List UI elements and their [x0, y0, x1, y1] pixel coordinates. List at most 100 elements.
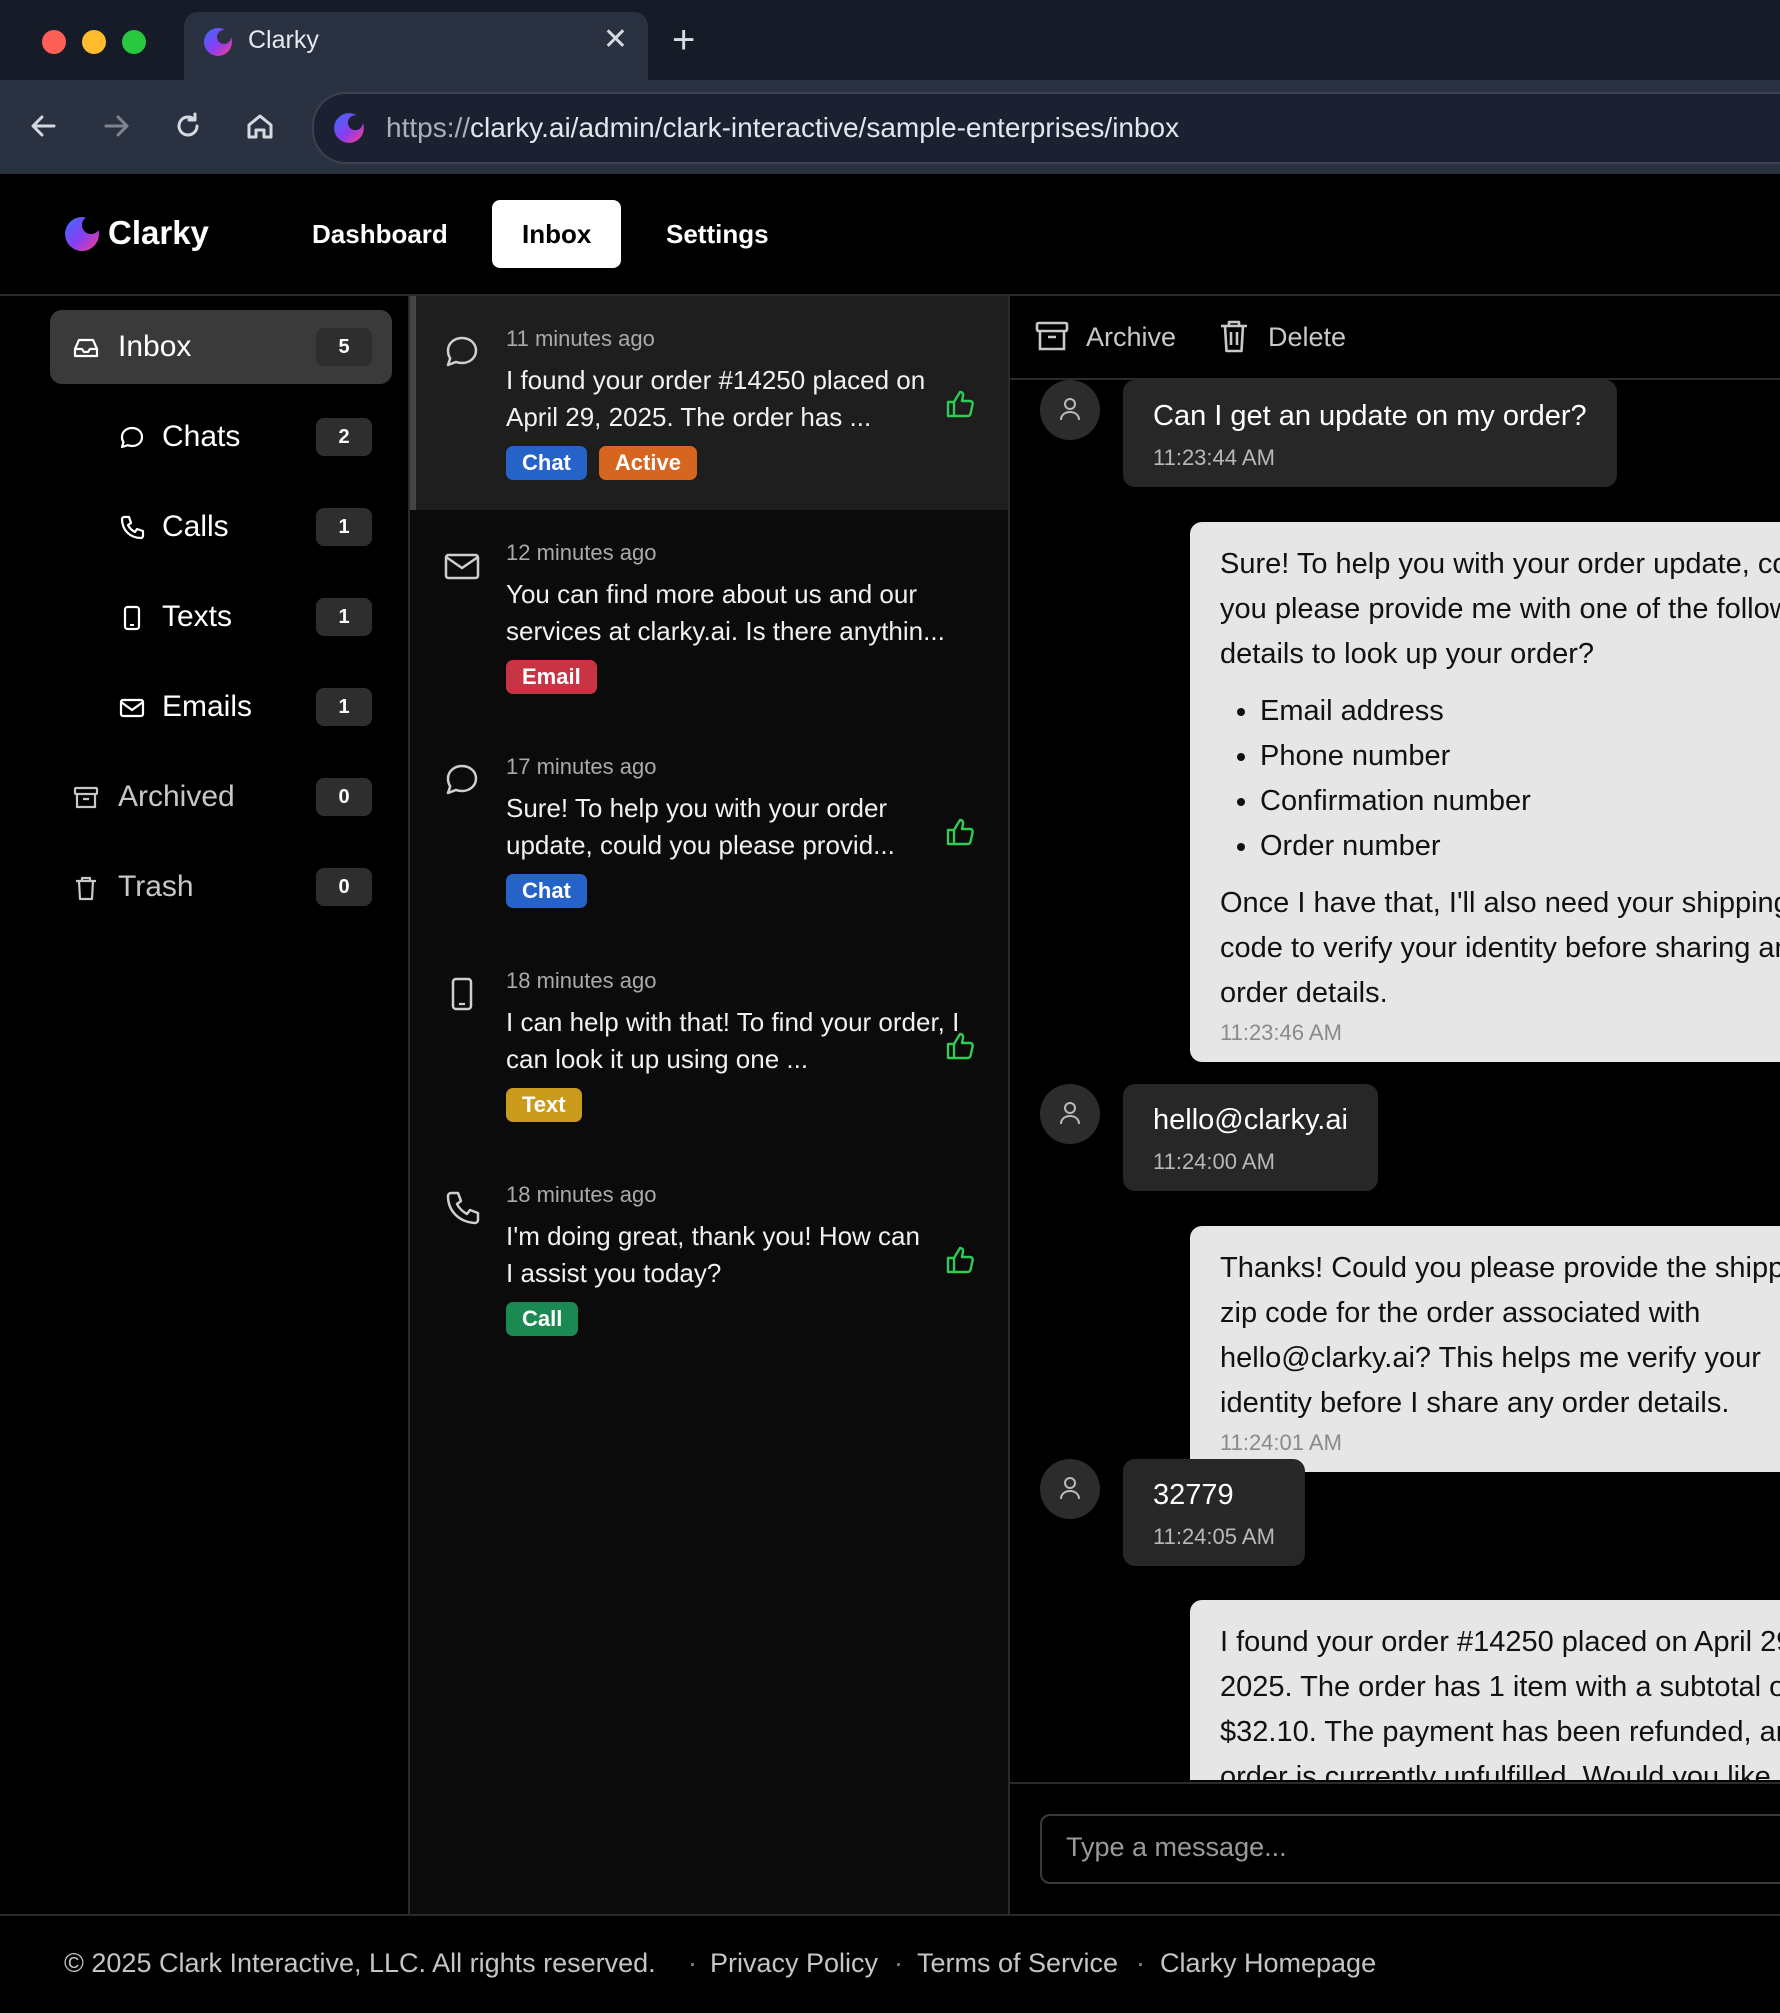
- home-icon[interactable]: [240, 106, 280, 146]
- reload-icon[interactable]: [168, 106, 208, 146]
- detail-options-list: Email address Phone number Confirmation …: [1220, 689, 1780, 869]
- clarky-favicon-icon: [204, 28, 232, 56]
- message-timestamp: 11:24:00 AM: [1153, 1149, 1275, 1174]
- conversation-actions: Archive Delete: [1010, 296, 1780, 380]
- footer-separator: ·: [688, 1948, 697, 1978]
- nav-dashboard[interactable]: Dashboard: [282, 200, 478, 268]
- nav-settings[interactable]: Settings: [636, 200, 799, 268]
- conversation-tags: Chat Active: [506, 446, 709, 480]
- maximize-window-button[interactable]: [122, 30, 146, 54]
- trash-count-badge: 0: [316, 868, 372, 906]
- message-text: Thanks! Could you please provide the shi…: [1220, 1252, 1780, 1419]
- mail-icon: [119, 698, 145, 718]
- assistant-message: Thanks! Could you please provide the shi…: [1190, 1226, 1780, 1472]
- close-tab-icon[interactable]: ✕: [603, 22, 628, 57]
- close-window-button[interactable]: [42, 30, 66, 54]
- sidebar-label-texts: Texts: [162, 600, 233, 633]
- conversation-tags: Call: [506, 1302, 590, 1336]
- message-text: hello@clarky.ai: [1153, 1104, 1348, 1136]
- conversation-item[interactable]: 12 minutes ago You can find more about u…: [410, 510, 1008, 724]
- chat-panel: Archive Delete Can I get an update on my…: [1010, 296, 1780, 1914]
- customer-message: Can I get an update on my order? 11:23:4…: [1123, 380, 1617, 487]
- new-tab-button[interactable]: +: [672, 16, 695, 64]
- sidebar-item-texts[interactable]: Texts 1: [50, 580, 392, 654]
- url-text: https://clarky.ai/admin/clark-interactiv…: [386, 112, 1180, 143]
- conversation-snippet: I'm doing great, thank you! How can I as…: [506, 1221, 920, 1288]
- conversation-item[interactable]: 17 minutes ago Sure! To help you with yo…: [410, 724, 1008, 938]
- customer-message: 32779 11:24:05 AM: [1123, 1459, 1305, 1566]
- sidebar-label-trash: Trash: [118, 870, 194, 903]
- chats-count-badge: 2: [316, 418, 372, 456]
- archived-count-badge: 0: [316, 778, 372, 816]
- user-icon: [1060, 1102, 1080, 1125]
- delete-label: Delete: [1268, 322, 1347, 352]
- message-text: 32779: [1153, 1479, 1234, 1511]
- sidebar-label-chats: Chats: [162, 420, 241, 453]
- browser-chrome: Clarky ✕ + https://clarky.ai/admin/clark…: [0, 0, 1780, 174]
- list-item: Email address: [1260, 689, 1780, 734]
- address-bar[interactable]: https://clarky.ai/admin/clark-interactiv…: [312, 92, 1780, 164]
- footer-separator: ·: [894, 1948, 903, 1978]
- conversation-list: 11 minutes ago I found your order #14250…: [410, 296, 1010, 1914]
- conversation-snippet: I can help with that! To find your order…: [506, 1007, 960, 1074]
- archive-box-icon: [73, 786, 99, 809]
- message-timestamp: 11:24:01 AM: [1220, 1430, 1342, 1455]
- conversation-snippet: Sure! To help you with your order update…: [506, 793, 895, 860]
- message-timestamp: 11:23:46 AM: [1220, 1020, 1342, 1045]
- delete-button[interactable]: Delete: [1216, 318, 1356, 358]
- archive-button[interactable]: Archive: [1034, 318, 1184, 358]
- sidebar-label-emails: Emails: [162, 690, 253, 723]
- sidebar-item-trash[interactable]: Trash 0: [50, 850, 392, 924]
- clarky-logo-icon: [65, 216, 100, 251]
- sidebar-item-archived[interactable]: Archived 0: [50, 760, 392, 834]
- back-arrow-icon[interactable]: [24, 106, 64, 146]
- conversation-tags: Chat: [506, 874, 599, 908]
- inbox-count-badge: 5: [316, 328, 372, 366]
- conversation-item[interactable]: 11 minutes ago I found your order #14250…: [410, 296, 1008, 510]
- conversation-tags: Text: [506, 1088, 594, 1122]
- channel-tag-text: Text: [506, 1088, 582, 1122]
- clarky-homepage-link[interactable]: Clarky Homepage: [1160, 1948, 1376, 1979]
- brand-name: Clarky: [108, 214, 209, 251]
- message-text: Can I get an update on my order?: [1153, 400, 1587, 432]
- emails-count-badge: 1: [316, 688, 372, 726]
- thumbs-up-icon: [946, 818, 974, 846]
- forward-arrow-icon[interactable]: [96, 106, 136, 146]
- sidebar-label-inbox: Inbox: [118, 330, 192, 363]
- chat-bubble-icon: [120, 426, 144, 449]
- message-thread: Can I get an update on my order? 11:23:4…: [1010, 380, 1780, 1780]
- page-footer: © 2025 Clark Interactive, LLC. All right…: [0, 1914, 1780, 2013]
- sidebar-item-calls[interactable]: Calls 1: [50, 490, 392, 564]
- conversation-snippet: I found your order #14250 placed on Apri…: [506, 365, 926, 432]
- channel-tag-chat: Chat: [506, 874, 587, 908]
- sidebar-item-emails[interactable]: Emails 1: [50, 670, 392, 744]
- privacy-policy-link[interactable]: Privacy Policy: [710, 1948, 878, 1979]
- list-item: Confirmation number: [1260, 779, 1780, 824]
- chat-bubble-icon: [446, 764, 478, 795]
- browser-tab-clarky[interactable]: Clarky ✕: [184, 12, 648, 80]
- nav-inbox[interactable]: Inbox: [492, 200, 622, 268]
- message-input[interactable]: Type a message...: [1040, 1814, 1780, 1884]
- tab-strip: Clarky ✕ +: [0, 0, 1780, 80]
- message-input-placeholder: Type a message...: [1066, 1832, 1287, 1862]
- conversation-item[interactable]: 18 minutes ago I'm doing great, thank yo…: [410, 1152, 1008, 1366]
- calls-count-badge: 1: [316, 508, 372, 546]
- minimize-window-button[interactable]: [82, 30, 106, 54]
- thumbs-up-icon: [946, 1032, 974, 1060]
- trash-icon: [1221, 320, 1247, 353]
- conversation-time: 18 minutes ago: [506, 1182, 657, 1207]
- customer-message: hello@clarky.ai 11:24:00 AM: [1123, 1084, 1378, 1191]
- conversation-item[interactable]: 18 minutes ago I can help with that! To …: [410, 938, 1008, 1152]
- channel-tag-chat: Chat: [506, 446, 587, 480]
- conversation-time: 17 minutes ago: [506, 754, 657, 779]
- archive-label: Archive: [1086, 322, 1177, 352]
- conversation-time: 11 minutes ago: [506, 326, 655, 351]
- inbox-sidebar: Inbox 5 Chats 2 Calls 1 Texts 1 Emails 1…: [0, 296, 410, 1914]
- sidebar-item-chats[interactable]: Chats 2: [50, 400, 392, 474]
- message-timestamp: 11:24:05 AM: [1153, 1524, 1275, 1549]
- assistant-message: Sure! To help you with your order update…: [1190, 522, 1780, 1062]
- sidebar-item-inbox[interactable]: Inbox 5: [50, 310, 392, 384]
- terms-of-service-link[interactable]: Terms of Service: [917, 1948, 1118, 1979]
- assistant-message: I found your order #14250 placed on Apri…: [1190, 1600, 1780, 1780]
- list-item: Phone number: [1260, 734, 1780, 779]
